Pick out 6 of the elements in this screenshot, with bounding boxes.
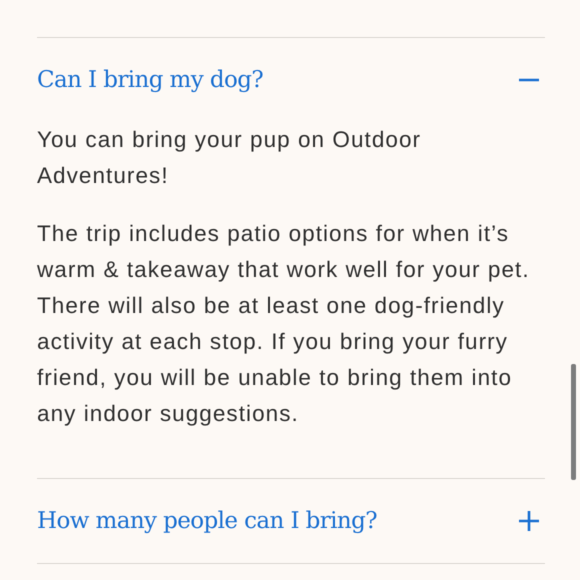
answer-paragraph: The trip includes patio options for when it’s warm & takeaway that work well for your pet. There will also be at least one dog-friendly activity at each stop. If you bring your furry friend, you will be unable to bring them into any indoor suggestions. [37, 220, 531, 428]
faq-question[interactable]: Can I bring my dog? [37, 60, 264, 100]
expand-icon[interactable] [517, 509, 541, 533]
scrollbar[interactable] [571, 364, 576, 480]
answer-paragraph: You can bring your pup on Outdoor Adventures! [37, 126, 422, 190]
faq-question[interactable]: How many people can I bring? [37, 501, 377, 541]
